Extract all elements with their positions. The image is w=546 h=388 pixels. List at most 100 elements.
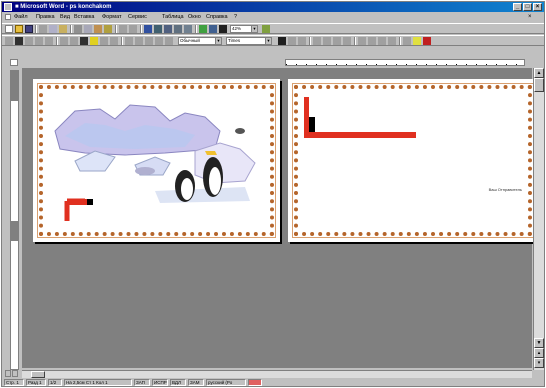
print-preview-icon[interactable]	[49, 25, 57, 33]
doc-close-icon[interactable]: ×	[528, 14, 532, 21]
status-ext[interactable]: ВДЛ	[170, 379, 186, 386]
ruler-row	[2, 58, 544, 67]
menu-file[interactable]: Файл	[14, 14, 28, 21]
word-app-icon[interactable]	[4, 3, 12, 11]
redo-icon[interactable]	[129, 25, 137, 33]
document-map-icon[interactable]	[209, 25, 217, 33]
status-ovr[interactable]: ЗАМ	[188, 379, 204, 386]
align-center-icon[interactable]	[323, 37, 331, 45]
menu-edit[interactable]: Правка	[36, 14, 55, 21]
insert-excel-icon[interactable]	[174, 25, 182, 33]
page-2[interactable]: Ваш Отправитель	[288, 79, 538, 242]
menu-bar: Файл Правка Вид Вставка Формат Сервис Та…	[2, 13, 544, 22]
minimize-button[interactable]: _	[513, 3, 522, 11]
horizontal-scrollbar[interactable]	[22, 370, 532, 378]
menu-format[interactable]: Формат	[102, 14, 122, 21]
zoom-select[interactable]: 42% ▼	[230, 25, 258, 33]
distribute-icon[interactable]	[135, 37, 143, 45]
document-workspace[interactable]: Ваш Отправитель	[22, 68, 538, 368]
status-language: русский (Ро	[206, 379, 246, 386]
shading-icon[interactable]	[80, 37, 88, 45]
drawing-icon[interactable]	[199, 25, 207, 33]
horizontal-ruler[interactable]	[285, 59, 525, 66]
scroll-up-icon[interactable]: ▲	[534, 68, 544, 78]
text-direction-icon[interactable]	[155, 37, 163, 45]
line-style-icon[interactable]	[35, 37, 43, 45]
eraser-icon[interactable]	[25, 37, 33, 45]
paste-icon[interactable]	[94, 25, 102, 33]
next-page-icon[interactable]: ▾	[534, 358, 544, 368]
italic-icon[interactable]	[288, 37, 296, 45]
status-rec[interactable]: ЗАП	[134, 379, 150, 386]
save-icon[interactable]	[25, 25, 33, 33]
chevron-down-icon[interactable]: ▼	[265, 38, 271, 44]
font-color-icon[interactable]	[423, 37, 431, 45]
format-painter-icon[interactable]	[104, 25, 112, 33]
tables-borders-icon[interactable]	[154, 25, 162, 33]
menu-insert[interactable]: Вставка	[74, 14, 94, 21]
show-hide-icon[interactable]	[219, 25, 227, 33]
autoformat-icon[interactable]	[145, 37, 153, 45]
align-right-icon[interactable]	[333, 37, 341, 45]
layout-view-icon[interactable]	[12, 370, 18, 377]
maximize-button[interactable]: □	[523, 3, 532, 11]
outside-border-icon[interactable]	[403, 37, 411, 45]
border-color-icon[interactable]	[60, 37, 68, 45]
normal-view-icon[interactable]	[5, 370, 11, 377]
align-left-icon[interactable]	[313, 37, 321, 45]
previous-page-icon[interactable]: ▴	[534, 348, 544, 358]
new-document-icon[interactable]	[5, 25, 13, 33]
borders-icon[interactable]	[70, 37, 78, 45]
underline-icon[interactable]	[298, 37, 306, 45]
vertical-scrollbar[interactable]: ▲ ▼ ▴ ▾	[533, 68, 544, 370]
decrease-indent-icon[interactable]	[378, 37, 386, 45]
penguin-clipart	[54, 104, 256, 221]
highlight-icon[interactable]	[90, 37, 98, 45]
style-icon[interactable]	[5, 37, 13, 45]
columns-icon[interactable]	[184, 25, 192, 33]
print-icon[interactable]	[39, 25, 47, 33]
chevron-down-icon[interactable]: ▼	[251, 26, 257, 32]
justify-icon[interactable]	[343, 37, 351, 45]
style-select[interactable]: Обычный ▼	[178, 37, 222, 45]
align-icon[interactable]	[125, 37, 133, 45]
open-folder-icon[interactable]	[15, 25, 23, 33]
menu-window[interactable]: Окно	[188, 14, 201, 21]
standard-toolbar: 42% ▼	[2, 23, 544, 34]
spelling-icon[interactable]	[59, 25, 67, 33]
scroll-down-icon[interactable]: ▼	[534, 338, 544, 348]
hyperlink-icon[interactable]	[144, 25, 152, 33]
copy-icon[interactable]	[84, 25, 92, 33]
close-button[interactable]: ×	[533, 3, 542, 11]
draw-table-icon[interactable]	[15, 37, 23, 45]
status-trk[interactable]: ИСПР	[152, 379, 168, 386]
spelling-status-icon[interactable]	[248, 379, 262, 386]
tab-selector[interactable]	[10, 59, 18, 66]
scrollbar-thumb[interactable]	[534, 78, 544, 92]
red-corner-ornament	[304, 97, 416, 138]
merge-cells-icon[interactable]	[100, 37, 108, 45]
font-select[interactable]: Times ▼	[226, 37, 272, 45]
cut-icon[interactable]	[74, 25, 82, 33]
document-icon[interactable]	[5, 14, 11, 20]
insert-table-icon[interactable]	[164, 25, 172, 33]
increase-indent-icon[interactable]	[388, 37, 396, 45]
menu-view[interactable]: Вид	[60, 14, 70, 21]
menu-tools[interactable]: Сервис	[128, 14, 147, 21]
office-assistant-icon[interactable]	[262, 25, 270, 33]
bold-icon[interactable]	[278, 37, 286, 45]
numbering-icon[interactable]	[358, 37, 366, 45]
menu-help[interactable]: Справка	[206, 14, 228, 21]
menu-table[interactable]: Таблица	[162, 14, 184, 21]
split-cells-icon[interactable]	[110, 37, 118, 45]
chevron-down-icon[interactable]: ▼	[215, 38, 221, 44]
scrollbar-thumb[interactable]	[31, 371, 45, 378]
highlight-color-icon[interactable]	[413, 37, 421, 45]
page-1[interactable]	[33, 79, 280, 242]
line-weight-icon[interactable]	[45, 37, 53, 45]
menu-help-question[interactable]: ?	[234, 14, 237, 21]
vertical-ruler[interactable]	[10, 70, 19, 370]
sort-icon[interactable]	[165, 37, 173, 45]
undo-icon[interactable]	[119, 25, 127, 33]
bullets-icon[interactable]	[368, 37, 376, 45]
